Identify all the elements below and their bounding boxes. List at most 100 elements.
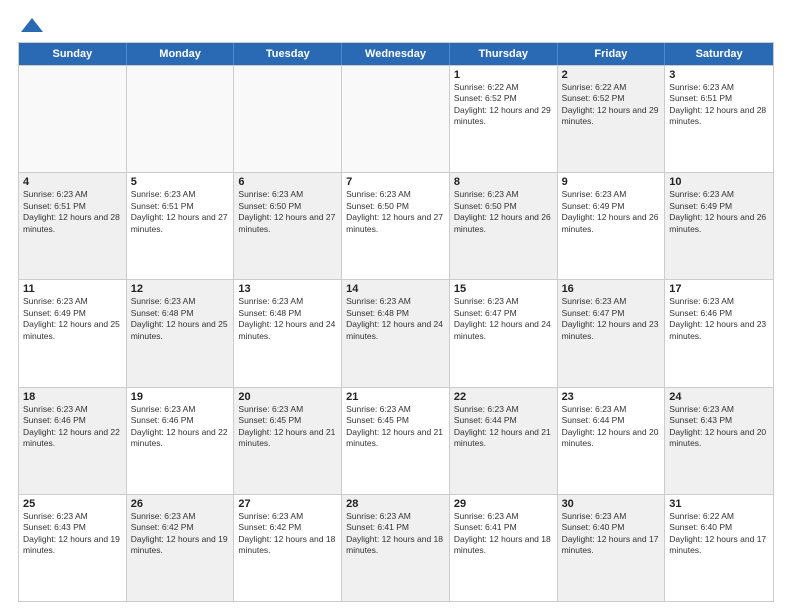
day-number: 23 xyxy=(562,391,661,403)
cell-info: Sunrise: 6:23 AMSunset: 6:49 PMDaylight:… xyxy=(562,189,661,235)
calendar-row-2: 11Sunrise: 6:23 AMSunset: 6:49 PMDayligh… xyxy=(19,279,773,386)
day-header-thursday: Thursday xyxy=(450,43,558,65)
day-number: 2 xyxy=(562,69,661,81)
calendar-cell-21: 21Sunrise: 6:23 AMSunset: 6:45 PMDayligh… xyxy=(342,388,450,494)
cell-info: Sunrise: 6:23 AMSunset: 6:50 PMDaylight:… xyxy=(238,189,337,235)
calendar-cell-9: 9Sunrise: 6:23 AMSunset: 6:49 PMDaylight… xyxy=(558,173,666,279)
calendar-header: SundayMondayTuesdayWednesdayThursdayFrid… xyxy=(19,43,773,65)
calendar-row-4: 25Sunrise: 6:23 AMSunset: 6:43 PMDayligh… xyxy=(19,494,773,601)
cell-info: Sunrise: 6:23 AMSunset: 6:46 PMDaylight:… xyxy=(23,404,122,450)
calendar-cell-empty-2 xyxy=(234,66,342,172)
day-number: 8 xyxy=(454,176,553,188)
calendar-cell-16: 16Sunrise: 6:23 AMSunset: 6:47 PMDayligh… xyxy=(558,280,666,386)
day-number: 31 xyxy=(669,498,769,510)
day-number: 29 xyxy=(454,498,553,510)
cell-info: Sunrise: 6:23 AMSunset: 6:47 PMDaylight:… xyxy=(454,296,553,342)
cell-info: Sunrise: 6:23 AMSunset: 6:46 PMDaylight:… xyxy=(131,404,230,450)
day-number: 1 xyxy=(454,69,553,81)
calendar-row-1: 4Sunrise: 6:23 AMSunset: 6:51 PMDaylight… xyxy=(19,172,773,279)
day-header-tuesday: Tuesday xyxy=(234,43,342,65)
calendar-row-3: 18Sunrise: 6:23 AMSunset: 6:46 PMDayligh… xyxy=(19,387,773,494)
calendar-cell-6: 6Sunrise: 6:23 AMSunset: 6:50 PMDaylight… xyxy=(234,173,342,279)
calendar-cell-11: 11Sunrise: 6:23 AMSunset: 6:49 PMDayligh… xyxy=(19,280,127,386)
day-number: 19 xyxy=(131,391,230,403)
cell-info: Sunrise: 6:23 AMSunset: 6:49 PMDaylight:… xyxy=(669,189,769,235)
calendar-cell-29: 29Sunrise: 6:23 AMSunset: 6:41 PMDayligh… xyxy=(450,495,558,601)
calendar-cell-22: 22Sunrise: 6:23 AMSunset: 6:44 PMDayligh… xyxy=(450,388,558,494)
calendar-cell-14: 14Sunrise: 6:23 AMSunset: 6:48 PMDayligh… xyxy=(342,280,450,386)
logo-icon xyxy=(21,16,43,34)
cell-info: Sunrise: 6:23 AMSunset: 6:43 PMDaylight:… xyxy=(23,511,122,557)
day-number: 11 xyxy=(23,283,122,295)
day-number: 13 xyxy=(238,283,337,295)
cell-info: Sunrise: 6:23 AMSunset: 6:48 PMDaylight:… xyxy=(131,296,230,342)
cell-info: Sunrise: 6:23 AMSunset: 6:48 PMDaylight:… xyxy=(346,296,445,342)
cell-info: Sunrise: 6:23 AMSunset: 6:44 PMDaylight:… xyxy=(454,404,553,450)
day-number: 18 xyxy=(23,391,122,403)
cell-info: Sunrise: 6:23 AMSunset: 6:50 PMDaylight:… xyxy=(346,189,445,235)
calendar-cell-8: 8Sunrise: 6:23 AMSunset: 6:50 PMDaylight… xyxy=(450,173,558,279)
calendar-cell-empty-3 xyxy=(342,66,450,172)
cell-info: Sunrise: 6:23 AMSunset: 6:47 PMDaylight:… xyxy=(562,296,661,342)
day-number: 24 xyxy=(669,391,769,403)
calendar-row-0: 1Sunrise: 6:22 AMSunset: 6:52 PMDaylight… xyxy=(19,65,773,172)
calendar-cell-20: 20Sunrise: 6:23 AMSunset: 6:45 PMDayligh… xyxy=(234,388,342,494)
day-header-saturday: Saturday xyxy=(665,43,773,65)
day-number: 12 xyxy=(131,283,230,295)
calendar-cell-18: 18Sunrise: 6:23 AMSunset: 6:46 PMDayligh… xyxy=(19,388,127,494)
calendar-cell-2: 2Sunrise: 6:22 AMSunset: 6:52 PMDaylight… xyxy=(558,66,666,172)
cell-info: Sunrise: 6:23 AMSunset: 6:41 PMDaylight:… xyxy=(346,511,445,557)
day-number: 28 xyxy=(346,498,445,510)
calendar-cell-empty-0 xyxy=(19,66,127,172)
calendar-cell-27: 27Sunrise: 6:23 AMSunset: 6:42 PMDayligh… xyxy=(234,495,342,601)
day-header-wednesday: Wednesday xyxy=(342,43,450,65)
day-header-monday: Monday xyxy=(127,43,235,65)
cell-info: Sunrise: 6:23 AMSunset: 6:41 PMDaylight:… xyxy=(454,511,553,557)
calendar-cell-1: 1Sunrise: 6:22 AMSunset: 6:52 PMDaylight… xyxy=(450,66,558,172)
day-number: 4 xyxy=(23,176,122,188)
day-number: 5 xyxy=(131,176,230,188)
calendar-cell-24: 24Sunrise: 6:23 AMSunset: 6:43 PMDayligh… xyxy=(665,388,773,494)
day-header-friday: Friday xyxy=(558,43,666,65)
cell-info: Sunrise: 6:23 AMSunset: 6:48 PMDaylight:… xyxy=(238,296,337,342)
cell-info: Sunrise: 6:23 AMSunset: 6:42 PMDaylight:… xyxy=(131,511,230,557)
day-number: 9 xyxy=(562,176,661,188)
cell-info: Sunrise: 6:23 AMSunset: 6:51 PMDaylight:… xyxy=(669,82,769,128)
cell-info: Sunrise: 6:22 AMSunset: 6:52 PMDaylight:… xyxy=(454,82,553,128)
calendar-cell-17: 17Sunrise: 6:23 AMSunset: 6:46 PMDayligh… xyxy=(665,280,773,386)
cell-info: Sunrise: 6:23 AMSunset: 6:51 PMDaylight:… xyxy=(131,189,230,235)
calendar-cell-23: 23Sunrise: 6:23 AMSunset: 6:44 PMDayligh… xyxy=(558,388,666,494)
calendar-cell-empty-1 xyxy=(127,66,235,172)
day-number: 22 xyxy=(454,391,553,403)
day-number: 20 xyxy=(238,391,337,403)
calendar-cell-19: 19Sunrise: 6:23 AMSunset: 6:46 PMDayligh… xyxy=(127,388,235,494)
cell-info: Sunrise: 6:23 AMSunset: 6:49 PMDaylight:… xyxy=(23,296,122,342)
day-number: 3 xyxy=(669,69,769,81)
cell-info: Sunrise: 6:23 AMSunset: 6:40 PMDaylight:… xyxy=(562,511,661,557)
day-number: 15 xyxy=(454,283,553,295)
day-number: 6 xyxy=(238,176,337,188)
calendar-cell-15: 15Sunrise: 6:23 AMSunset: 6:47 PMDayligh… xyxy=(450,280,558,386)
cell-info: Sunrise: 6:23 AMSunset: 6:45 PMDaylight:… xyxy=(346,404,445,450)
calendar-cell-7: 7Sunrise: 6:23 AMSunset: 6:50 PMDaylight… xyxy=(342,173,450,279)
calendar-cell-28: 28Sunrise: 6:23 AMSunset: 6:41 PMDayligh… xyxy=(342,495,450,601)
cell-info: Sunrise: 6:23 AMSunset: 6:50 PMDaylight:… xyxy=(454,189,553,235)
logo xyxy=(18,16,43,34)
day-number: 25 xyxy=(23,498,122,510)
day-header-sunday: Sunday xyxy=(19,43,127,65)
calendar: SundayMondayTuesdayWednesdayThursdayFrid… xyxy=(18,42,774,602)
cell-info: Sunrise: 6:22 AMSunset: 6:40 PMDaylight:… xyxy=(669,511,769,557)
calendar-cell-4: 4Sunrise: 6:23 AMSunset: 6:51 PMDaylight… xyxy=(19,173,127,279)
day-number: 14 xyxy=(346,283,445,295)
cell-info: Sunrise: 6:23 AMSunset: 6:51 PMDaylight:… xyxy=(23,189,122,235)
day-number: 7 xyxy=(346,176,445,188)
calendar-cell-13: 13Sunrise: 6:23 AMSunset: 6:48 PMDayligh… xyxy=(234,280,342,386)
day-number: 17 xyxy=(669,283,769,295)
cell-info: Sunrise: 6:23 AMSunset: 6:46 PMDaylight:… xyxy=(669,296,769,342)
day-number: 21 xyxy=(346,391,445,403)
page: SundayMondayTuesdayWednesdayThursdayFrid… xyxy=(0,0,792,612)
day-number: 30 xyxy=(562,498,661,510)
cell-info: Sunrise: 6:22 AMSunset: 6:52 PMDaylight:… xyxy=(562,82,661,128)
calendar-cell-12: 12Sunrise: 6:23 AMSunset: 6:48 PMDayligh… xyxy=(127,280,235,386)
day-number: 26 xyxy=(131,498,230,510)
